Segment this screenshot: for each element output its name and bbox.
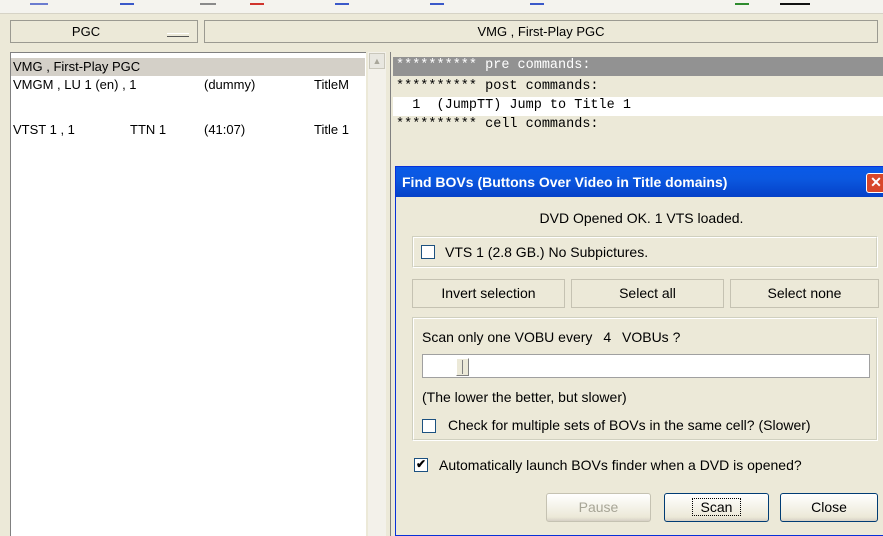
vts-checkbox[interactable]: [421, 245, 435, 259]
vts-list-group: VTS 1 (2.8 GB.) No Subpictures.: [412, 236, 878, 268]
command-line[interactable]: 1 (JumpTT) Jump to Title 1: [393, 97, 883, 116]
dropdown-arrow-icon: [167, 33, 189, 37]
pgc-dropdown-label: PGC: [71, 24, 101, 39]
close-button[interactable]: Close: [780, 493, 878, 522]
strip-mark: [250, 3, 264, 5]
pause-button[interactable]: Pause: [546, 493, 651, 522]
strip-mark: [120, 3, 134, 5]
pgc-info: (41:07): [204, 122, 246, 137]
vts-item-label: VTS 1 (2.8 GB.) No Subpictures.: [445, 244, 649, 260]
lower-note: (The lower the better, but slower): [422, 389, 627, 405]
pgc-title: Title 1: [314, 122, 349, 137]
strip-mark: [430, 3, 444, 5]
slider-thumb[interactable]: [456, 358, 469, 376]
status-text: DVD Opened OK. 1 VTS loaded.: [539, 210, 744, 226]
pgc-title: TitleM: [314, 77, 349, 92]
strip-mark: [780, 3, 810, 5]
dialog-title: Find BOVs (Buttons Over Video in Title d…: [402, 174, 728, 190]
scan-button[interactable]: Scan: [664, 493, 769, 522]
pgc-name: VTST 1 , 1: [13, 122, 75, 137]
top-clipped-strip: [0, 0, 883, 14]
vertical-scrollbar[interactable]: ▲: [368, 52, 386, 536]
multi-sets-label: Check for multiple sets of BOVs in the s…: [448, 417, 811, 433]
pgc-dropdown[interactable]: PGC: [10, 20, 198, 43]
pgc-list-item[interactable]: VMG , First-Play PGC: [11, 58, 365, 76]
select-none-button[interactable]: Select none: [730, 279, 879, 308]
scan-interval-label: Scan only one VOBU every 4 VOBUs ?: [422, 329, 680, 345]
command-line[interactable]: ********** post commands:: [393, 78, 883, 97]
scan-options-group: Scan only one VOBU every 4 VOBUs ? (The …: [412, 317, 878, 441]
pgc-name: VMGM , LU 1 (en) , 1: [13, 77, 137, 92]
pgc-name: VMG , First-Play PGC: [13, 59, 141, 74]
select-all-button[interactable]: Select all: [571, 279, 724, 308]
close-icon[interactable]: ✕: [866, 173, 883, 193]
strip-mark: [735, 3, 749, 5]
pgc-list-item[interactable]: VTST 1 , 1 TTN 1 (41:07) Title 1: [11, 121, 365, 139]
command-line[interactable]: ********** pre commands:: [393, 57, 883, 76]
pgc-ttn: TTN 1: [130, 122, 167, 137]
scan-button-label: Scan: [691, 498, 742, 516]
scan-prefix: Scan only one VOBU every: [422, 329, 593, 345]
pgc-list-item[interactable]: VMGM , LU 1 (en) , 1 (dummy) TitleM: [11, 76, 365, 94]
invert-selection-button[interactable]: Invert selection: [412, 279, 565, 308]
scan-interval-slider[interactable]: [422, 354, 870, 378]
auto-launch-checkbox[interactable]: ✔: [414, 458, 428, 472]
pgc-info: (dummy): [204, 77, 256, 92]
scan-interval-value: 4: [603, 329, 612, 345]
strip-mark: [530, 3, 544, 5]
scan-suffix: VOBUs ?: [622, 329, 681, 345]
dialog-titlebar[interactable]: Find BOVs (Buttons Over Video in Title d…: [396, 167, 883, 197]
pgc-list[interactable]: VMG , First-Play PGC VMGM , LU 1 (en) , …: [10, 52, 366, 536]
auto-launch-label: Automatically launch BOVs finder when a …: [439, 457, 802, 473]
scroll-up-icon[interactable]: ▲: [369, 53, 385, 69]
find-bovs-dialog: Find BOVs (Buttons Over Video in Title d…: [395, 166, 883, 536]
strip-mark: [30, 3, 48, 5]
strip-mark: [200, 3, 216, 5]
pgc-title-header: VMG , First-Play PGC: [204, 20, 878, 43]
strip-mark: [335, 3, 349, 5]
command-line[interactable]: ********** cell commands:: [393, 116, 883, 135]
multi-sets-checkbox[interactable]: [422, 419, 436, 433]
